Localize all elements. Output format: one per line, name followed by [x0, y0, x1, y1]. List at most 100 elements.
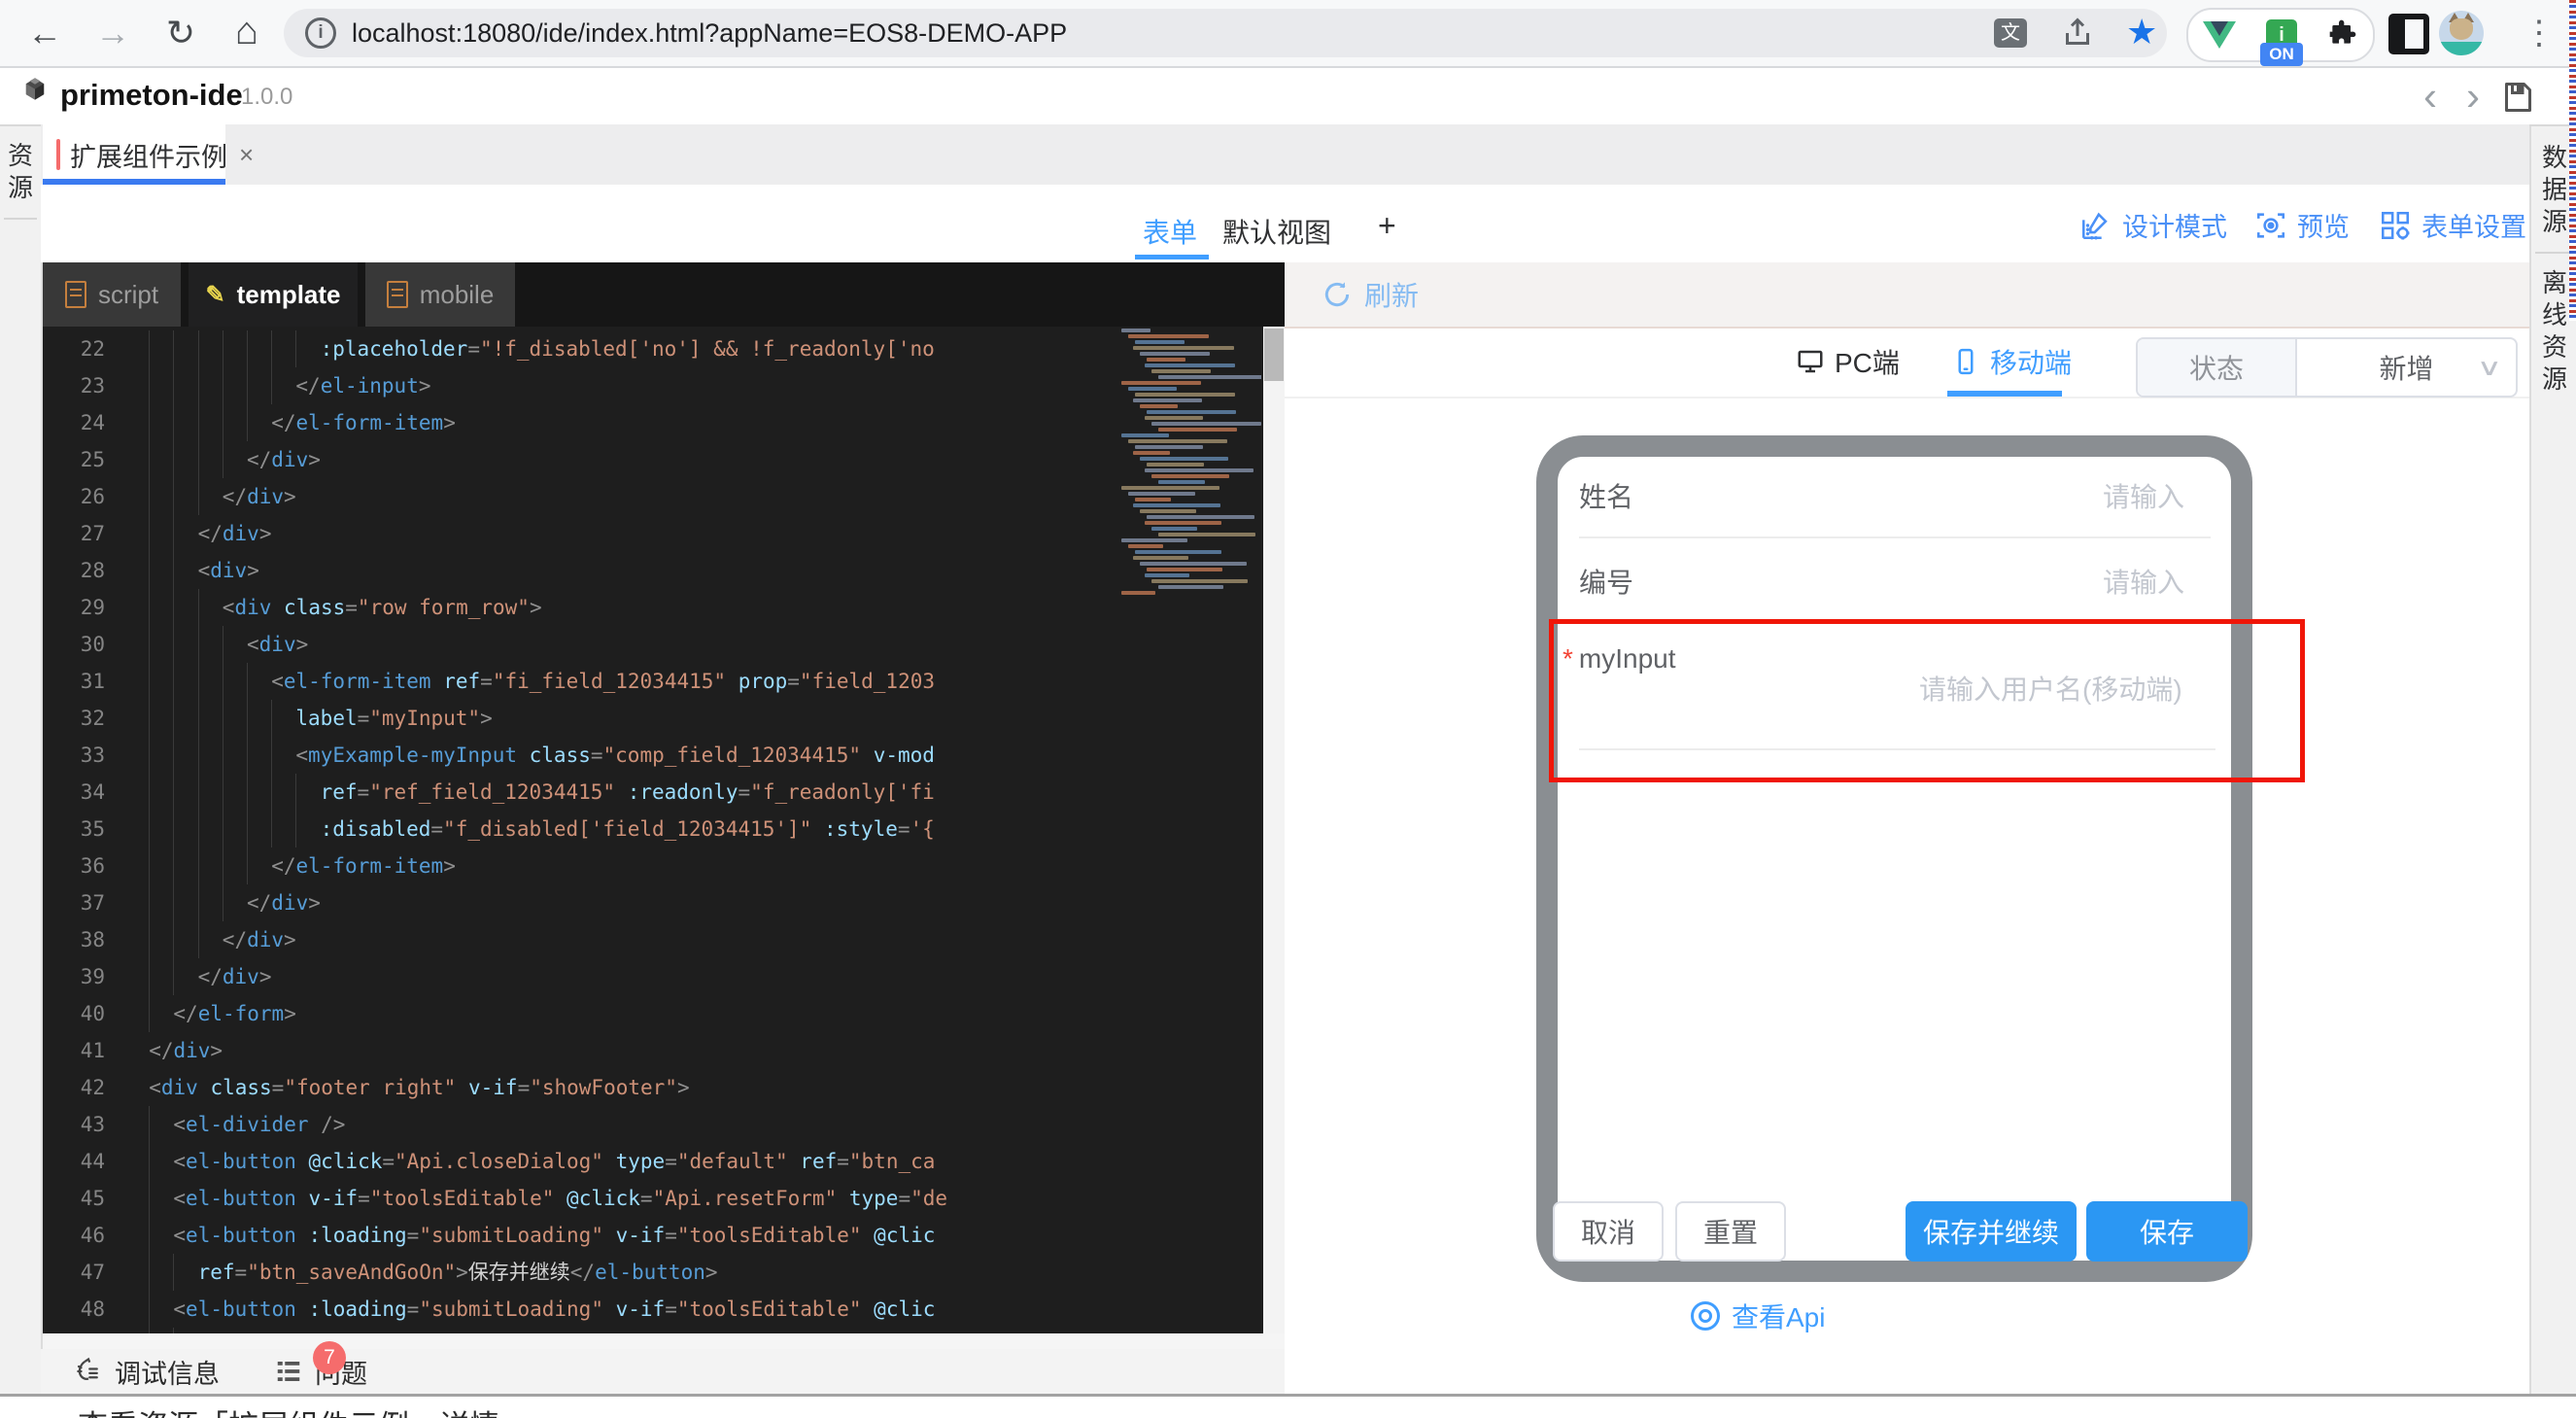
- code-token-punc: >: [284, 1002, 296, 1025]
- preview-button[interactable]: 预览: [2254, 206, 2350, 244]
- tab-default-view[interactable]: 默认视图: [1222, 212, 1331, 251]
- profile-avatar[interactable]: [2439, 11, 2484, 55]
- tab-form[interactable]: 表单: [1143, 212, 1197, 251]
- editor-tab-mobile[interactable]: mobile: [365, 262, 515, 327]
- code-token-str: "myInput": [369, 707, 480, 730]
- field-placeholder-name[interactable]: 请输入: [2103, 476, 2184, 515]
- editor-tab-template[interactable]: ✎ template: [189, 262, 358, 327]
- line-number: 41: [43, 1032, 105, 1069]
- bookmark-star-icon[interactable]: ★: [2126, 15, 2157, 50]
- code-token-punc: >: [284, 485, 296, 508]
- code-content[interactable]: 22:placeholder="!f_disabled['no'] && !f_…: [43, 327, 1117, 1335]
- code-token-text: [862, 1297, 875, 1321]
- save-button[interactable]: 保存: [2086, 1201, 2248, 1262]
- home-icon[interactable]: ⌂: [223, 8, 270, 54]
- minimap-row: [1158, 428, 1237, 432]
- code-token-punc: >: [284, 928, 296, 951]
- code-token-punc: <: [173, 1187, 186, 1210]
- code-token-punc: <: [173, 1224, 186, 1247]
- code-token-attr: ref: [800, 1150, 837, 1173]
- site-info-icon[interactable]: i: [305, 17, 336, 49]
- code-token-tag: el-button: [595, 1261, 705, 1284]
- back-icon[interactable]: ←: [21, 10, 68, 56]
- share-icon[interactable]: [2060, 16, 2095, 55]
- field-placeholder-number[interactable]: 请输入: [2103, 562, 2184, 601]
- code-token-str: "toolsEditable": [370, 1187, 555, 1210]
- line-number: 45: [43, 1180, 105, 1217]
- minimap-row: [1158, 533, 1255, 536]
- preview-toolbar: 刷新: [1285, 262, 2529, 329]
- editor-tab-script[interactable]: script: [43, 262, 181, 327]
- code-token-text: [788, 1150, 801, 1173]
- sidebar-item-resources[interactable]: 资源: [0, 126, 41, 204]
- editor-horizontal-scrollbar[interactable]: [43, 1333, 1285, 1349]
- history-back-icon[interactable]: ‹: [2423, 76, 2437, 117]
- browser-menu-icon[interactable]: ⋮: [2523, 12, 2542, 54]
- view-api-link[interactable]: 查看Api: [1691, 1297, 1825, 1335]
- save-icon[interactable]: [2499, 80, 2534, 120]
- code-token-punc: >: [308, 448, 321, 471]
- reset-button[interactable]: 重置: [1675, 1201, 1786, 1262]
- code-token-tag: div: [259, 633, 296, 656]
- code-line-36: 36</el-form-item>: [43, 847, 1117, 884]
- code-token-attr: v-if: [616, 1224, 666, 1247]
- save-and-continue-button[interactable]: 保存并继续: [1906, 1201, 2077, 1262]
- debug-icon: [74, 1357, 103, 1386]
- code-line-40: 40</el-form>: [43, 995, 1117, 1032]
- tab-extension-component-example[interactable]: 扩展组件示例 ×: [43, 124, 225, 185]
- code-token-punc: >: [456, 1261, 468, 1284]
- code-token-punc: =: [665, 1297, 677, 1321]
- code-line-46: 46<el-button :loading="submitLoading" v-…: [43, 1217, 1117, 1254]
- sidebar-toggle-icon[interactable]: [2388, 14, 2429, 54]
- address-bar[interactable]: i localhost:18080/ide/index.html?appName…: [284, 9, 2167, 57]
- translate-icon[interactable]: 文: [1994, 18, 2027, 48]
- vue-devtools-icon[interactable]: [2203, 21, 2236, 49]
- puzzle-extensions-icon[interactable]: [2327, 17, 2358, 53]
- code-line-33: 33<myExample-myInput class="comp_field_1…: [43, 737, 1117, 774]
- refresh-button[interactable]: 刷新: [1322, 275, 1419, 314]
- minimap-row: [1135, 340, 1185, 344]
- code-editor[interactable]: script ✎ template mobile 22:placeholder=…: [43, 262, 1285, 1349]
- history-forward-icon[interactable]: ›: [2466, 76, 2480, 117]
- code-token-punc: <: [149, 1076, 161, 1099]
- code-token-text: [296, 1297, 309, 1321]
- url-text[interactable]: localhost:18080/ide/index.html?appName=E…: [352, 18, 1067, 49]
- editor-scrollbar-thumb[interactable]: [1264, 329, 1284, 381]
- code-token-punc: <: [295, 744, 308, 767]
- editor-vertical-scrollbar[interactable]: [1263, 327, 1285, 1333]
- tab-pc[interactable]: PC端: [1796, 342, 1900, 381]
- debug-info-button[interactable]: 调试信息: [74, 1353, 220, 1391]
- extension-on-icon[interactable]: i ON: [2266, 19, 2297, 51]
- tab-mobile[interactable]: 移动端: [1951, 342, 2072, 381]
- minimap-row: [1128, 387, 1177, 391]
- code-line-24: 24</el-form-item>: [43, 404, 1117, 441]
- line-number: 27: [43, 515, 105, 552]
- reload-icon[interactable]: ↻: [157, 10, 204, 56]
- design-mode-button[interactable]: 设计模式: [2079, 206, 2227, 244]
- cancel-button[interactable]: 取消: [1553, 1201, 1664, 1262]
- close-tab-icon[interactable]: ×: [239, 140, 254, 170]
- code-token-str: "submitLoading": [419, 1297, 603, 1321]
- code-token-punc: <: [173, 1150, 186, 1173]
- code-token-punc: =: [665, 1224, 677, 1247]
- state-select[interactable]: 新增 ∨: [2297, 339, 2516, 396]
- ruler-pen-icon: [2079, 209, 2112, 242]
- code-line-41: 41</div>: [43, 1032, 1117, 1069]
- translate-glyph: 文: [1994, 18, 2027, 48]
- line-number: 32: [43, 700, 105, 737]
- minimap-row: [1121, 329, 1151, 332]
- form-settings-button[interactable]: 表单设置: [2379, 206, 2526, 244]
- code-token-punc: =: [407, 1297, 420, 1321]
- code-token-punc: >: [296, 633, 309, 656]
- add-view-button[interactable]: +: [1378, 208, 1396, 244]
- code-token-punc: =: [407, 1224, 420, 1247]
- editor-minimap[interactable]: [1117, 329, 1261, 873]
- code-token-attr: label: [295, 707, 357, 730]
- minimap-row: [1121, 381, 1201, 385]
- code-token-attr: prop: [738, 670, 788, 693]
- status-text: 查看资源「扩展组件示例」详情: [78, 1401, 499, 1418]
- code-token-attr: :style: [824, 817, 898, 841]
- code-token-tag: el-form: [198, 1002, 285, 1025]
- code-token-punc: =: [787, 670, 800, 693]
- forward-icon[interactable]: →: [89, 10, 136, 56]
